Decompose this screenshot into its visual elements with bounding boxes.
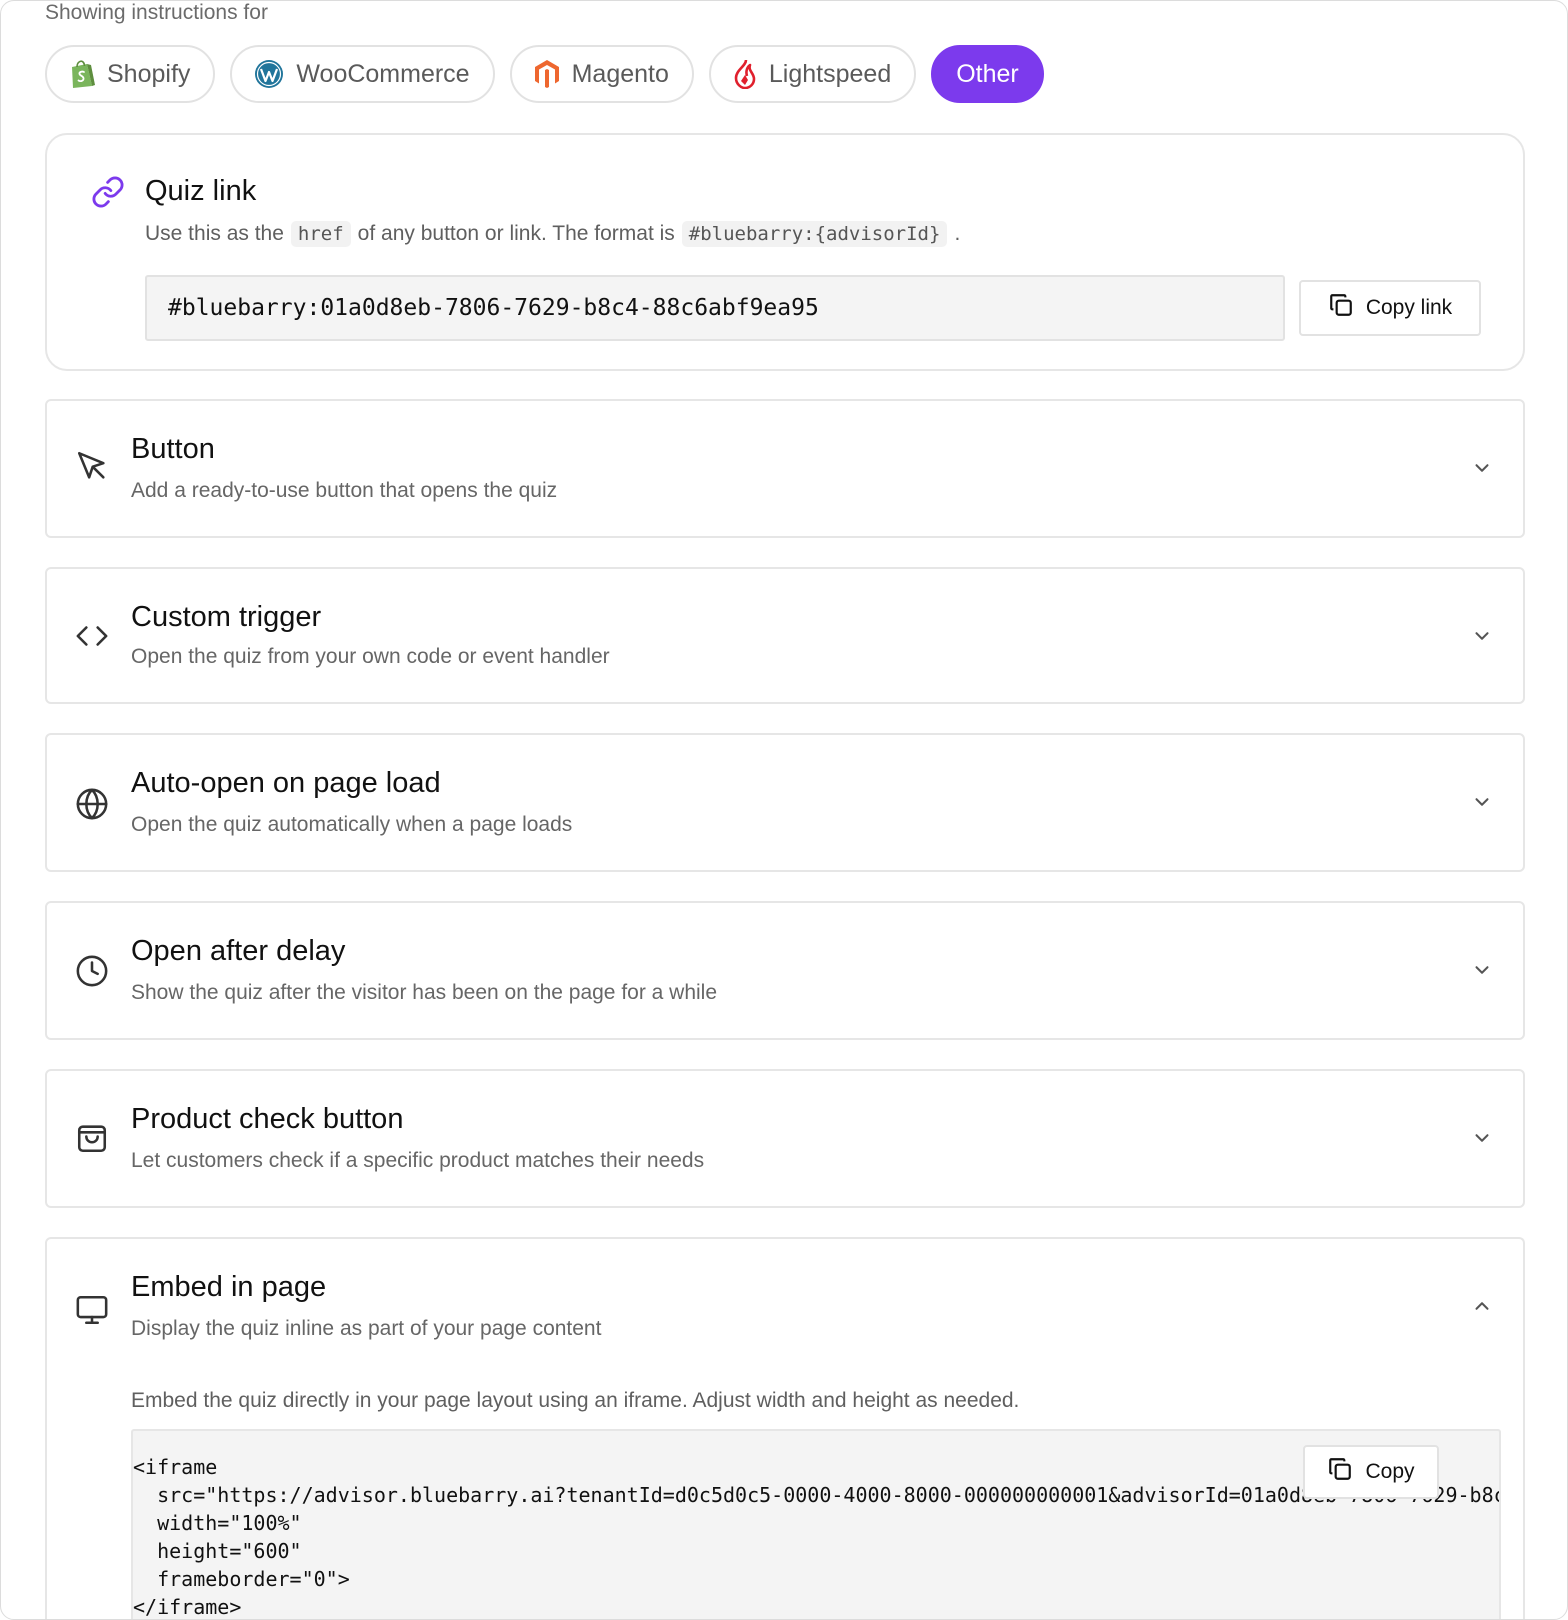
section-subtitle: Display the quiz inline as part of your … (131, 1317, 602, 1340)
section-product-check-button[interactable]: Product check button Let customers check… (45, 1069, 1525, 1208)
section-open-after-delay[interactable]: Open after delay Show the quiz after the… (45, 901, 1525, 1040)
section-custom-trigger[interactable]: Custom trigger Open the quiz from your o… (45, 567, 1525, 704)
section-auto-open[interactable]: Auto-open on page load Open the quiz aut… (45, 733, 1525, 872)
quiz-link-description: Use this as the href of any button or li… (145, 221, 960, 247)
copy-icon (1327, 1456, 1353, 1488)
quiz-link-field[interactable]: #bluebarry:01a0d8eb-7806-7629-b8c4-88c6a… (145, 275, 1285, 341)
link-icon (91, 175, 125, 214)
copy-link-label: Copy link (1365, 296, 1453, 319)
chevron-down-icon[interactable] (1471, 457, 1493, 484)
chevron-down-icon[interactable] (1471, 625, 1493, 652)
copy-link-button[interactable]: Copy link (1299, 280, 1481, 336)
shopping-bag-icon (75, 1121, 109, 1160)
section-subtitle: Show the quiz after the visitor has been… (131, 981, 718, 1004)
embed-code-block[interactable]: <iframe src="https://advisor.bluebarry.a… (131, 1429, 1501, 1619)
platform-tabs: Shopify WooCommerce Magento Lightspeed O… (45, 45, 1044, 105)
showing-label: Showing instructions for (45, 1, 268, 24)
section-title[interactable]: Embed in page (131, 1271, 326, 1304)
section-title: Open after delay (131, 935, 346, 967)
copy-code-label: Copy (1365, 1460, 1415, 1483)
section-subtitle: Open the quiz automatically when a page … (131, 813, 573, 836)
code-icon (75, 619, 109, 658)
section-title: Button (131, 433, 215, 465)
tab-label: Shopify (107, 59, 191, 88)
section-button[interactable]: Button Add a ready-to-use button that op… (45, 399, 1525, 538)
magento-icon (534, 59, 560, 89)
clock-icon (75, 954, 109, 993)
globe-icon (75, 787, 109, 826)
chevron-up-icon[interactable] (1471, 1295, 1493, 1322)
section-embed-in-page: Embed in page Display the quiz inline as… (45, 1237, 1525, 1619)
section-subtitle: Open the quiz from your own code or even… (131, 645, 610, 668)
tab-woocommerce[interactable]: WooCommerce (230, 45, 495, 103)
tab-shopify[interactable]: Shopify (45, 45, 216, 103)
copy-code-button[interactable]: Copy (1303, 1445, 1439, 1499)
chevron-down-icon[interactable] (1471, 791, 1493, 818)
shopify-icon (69, 59, 95, 89)
tab-magento[interactable]: Magento (509, 45, 694, 103)
chevron-down-icon[interactable] (1471, 959, 1493, 986)
desc-text: Use this as the (145, 222, 284, 245)
embed-code: <iframe src="https://advisor.bluebarry.a… (133, 1455, 1499, 1619)
monitor-icon (75, 1293, 109, 1332)
quiz-link-title: Quiz link (145, 175, 257, 207)
embed-description: Embed the quiz directly in your page lay… (131, 1389, 1020, 1412)
tab-lightspeed[interactable]: Lightspeed (708, 45, 917, 103)
tab-label: WooCommerce (296, 59, 470, 88)
quiz-link-card: Quiz link Use this as the href of any bu… (45, 133, 1525, 371)
section-subtitle: Let customers check if a specific produc… (131, 1149, 705, 1172)
tab-label: Other (956, 59, 1019, 88)
chevron-down-icon[interactable] (1471, 1127, 1493, 1154)
instructions-panel: Showing instructions for Shopify WooComm… (0, 0, 1568, 1620)
href-code: href (290, 221, 351, 247)
tab-label: Magento (571, 59, 669, 88)
format-code: #bluebarry:{advisorId} (681, 221, 948, 247)
cursor-icon (75, 449, 109, 488)
tab-other[interactable]: Other (931, 45, 1044, 103)
tab-label: Lightspeed (768, 59, 892, 88)
desc-text: . (954, 222, 961, 245)
section-subtitle: Add a ready-to-use button that opens the… (131, 479, 558, 502)
copy-icon (1328, 292, 1354, 324)
lightspeed-icon (733, 59, 757, 89)
desc-text: of any button or link. The format is (357, 222, 675, 245)
section-title: Product check button (131, 1103, 404, 1135)
wordpress-icon (254, 59, 284, 89)
section-title: Custom trigger (131, 601, 322, 633)
section-title: Auto-open on page load (131, 767, 441, 799)
